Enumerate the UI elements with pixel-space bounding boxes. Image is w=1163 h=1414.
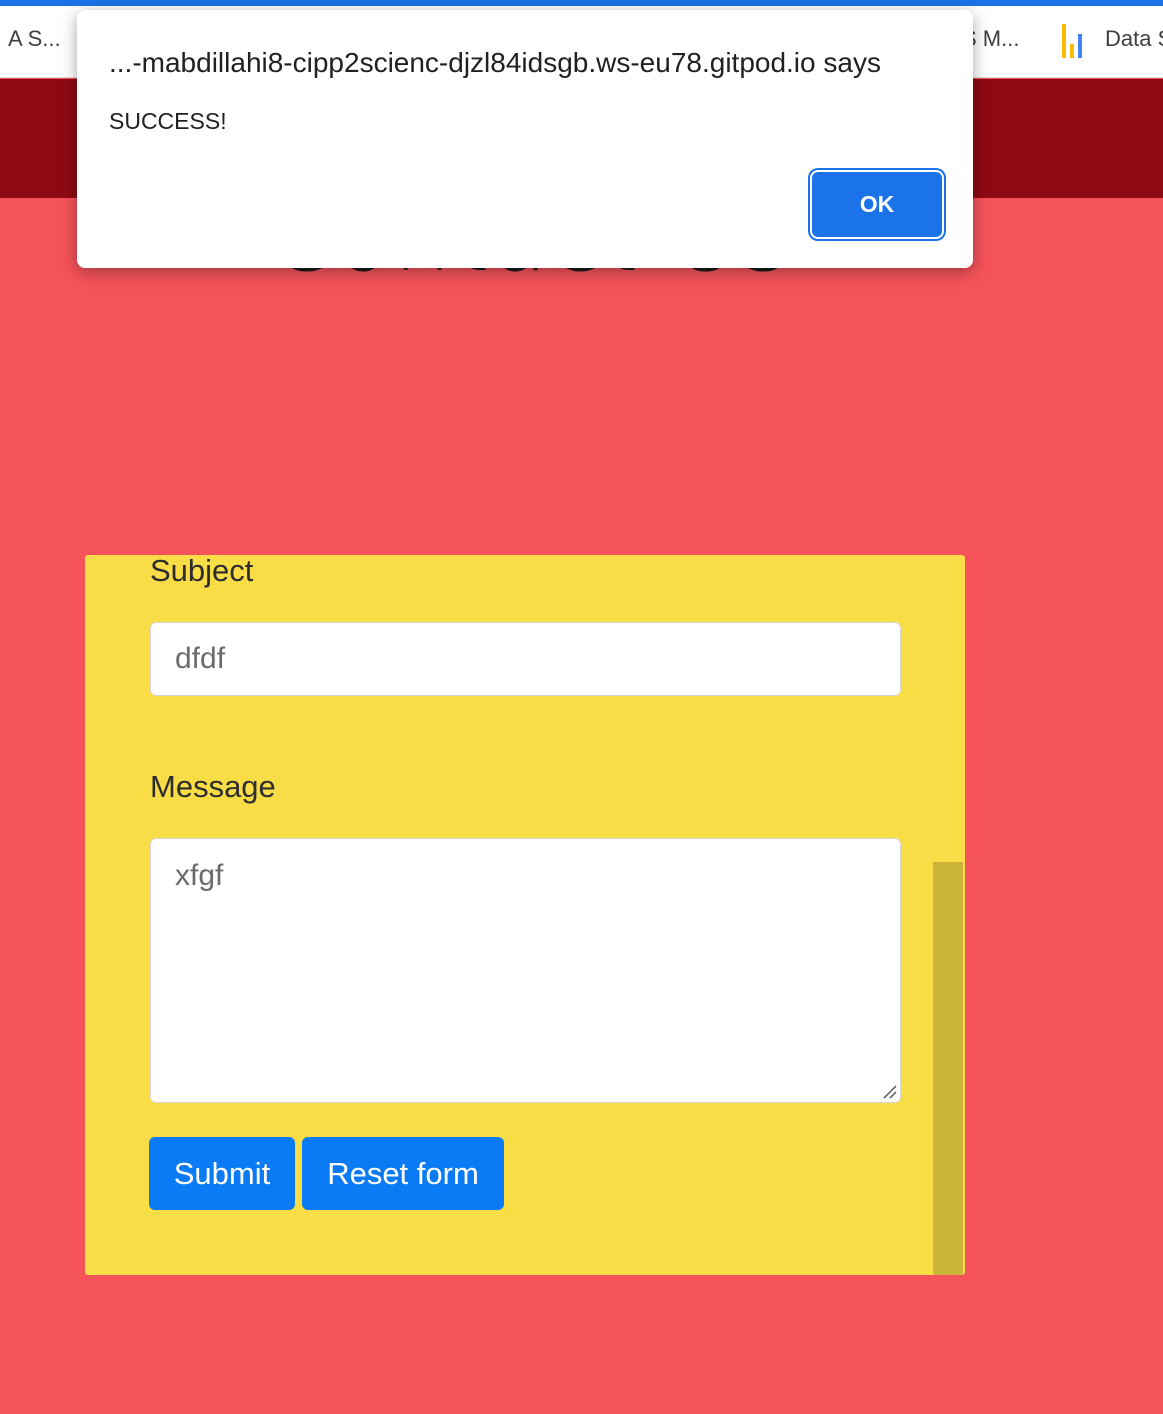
contact-form: Subject dfdf Message xfgf Submit Reset f… (85, 555, 965, 1275)
reset-form-button[interactable]: Reset form (302, 1137, 504, 1210)
ok-button[interactable]: OK (812, 172, 942, 237)
message-label: Message (150, 769, 276, 804)
submit-button[interactable]: Submit (149, 1137, 295, 1210)
bookmark-item[interactable]: Data S (1105, 26, 1163, 52)
message-text: xfgf (175, 859, 224, 892)
resize-handle-icon[interactable] (881, 1083, 897, 1099)
bookmark-item[interactable]: A S... (8, 26, 61, 52)
alert-dialog: ...-mabdillahi8-cipp2scienc-djzl84idsgb.… (77, 10, 973, 268)
dialog-message: SUCCESS! (109, 108, 227, 134)
subject-input[interactable]: dfdf (150, 622, 901, 696)
subject-label: Subject (150, 555, 254, 588)
message-textarea[interactable]: xfgf (150, 838, 901, 1103)
scrollbar[interactable] (933, 862, 963, 1275)
data-studio-icon[interactable] (1060, 24, 1086, 58)
dialog-origin-title: ...-mabdillahi8-cipp2scienc-djzl84idsgb.… (109, 47, 881, 78)
